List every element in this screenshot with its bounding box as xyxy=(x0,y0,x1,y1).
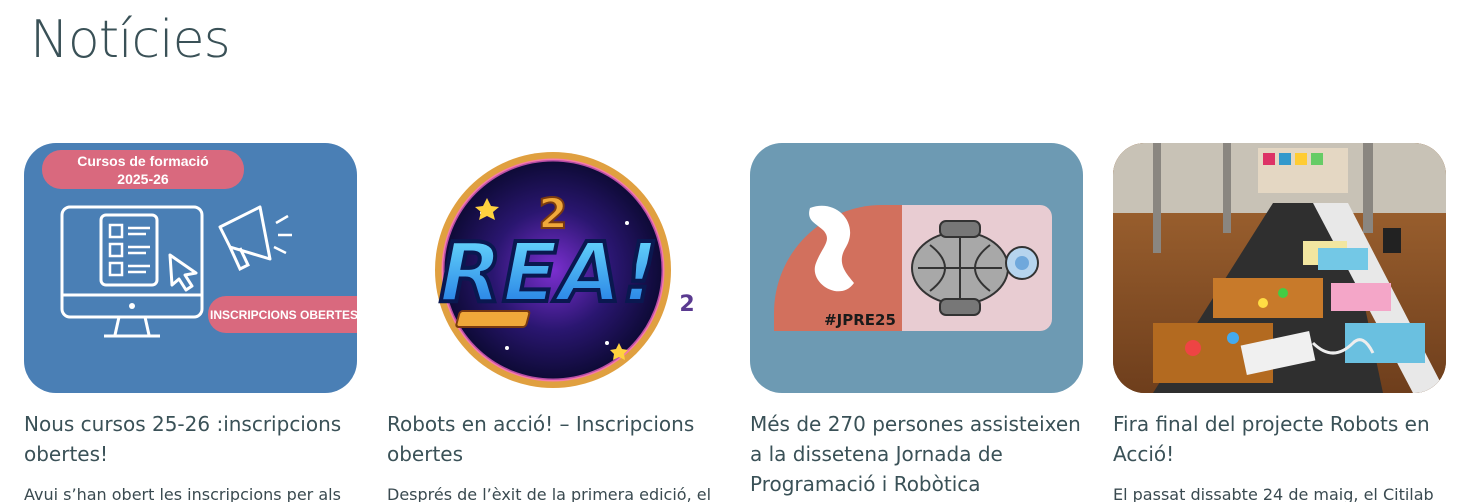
news-image[interactable]: #JPRE25 xyxy=(750,143,1083,393)
news-excerpt: Després de l’èxit de la primera edició, … xyxy=(387,485,712,502)
logo-text: REA! xyxy=(439,226,659,321)
news-card[interactable]: #JPRE25 Més de 270 persones assisteixen … xyxy=(750,143,1083,502)
jpre-logo: #JPRE25 xyxy=(774,205,1052,331)
news-list: Cursos de formació 2025-26 INSCRIPCIONS … xyxy=(24,143,1446,502)
news-card[interactable]: Fira final del projecte Robots en Acció!… xyxy=(1113,143,1446,502)
badge-line2: 2025-26 xyxy=(117,171,169,187)
news-card[interactable]: 2 REA! 2 Robots en acció! – Inscripcions… xyxy=(387,143,720,502)
news-image[interactable]: Cursos de formació 2025-26 INSCRIPCIONS … xyxy=(24,143,357,393)
news-excerpt: El passat dissabte 24 de maig, el Citila… xyxy=(1113,485,1434,502)
photo-icon xyxy=(1113,143,1446,393)
page-title: Notícies xyxy=(30,10,231,70)
news-title[interactable]: Fira final del projecte Robots en Acció! xyxy=(1113,409,1446,469)
badge-line1: Cursos de formació xyxy=(77,153,208,169)
news-excerpt: Avui s’han obert les inscripcions per al… xyxy=(24,485,341,502)
news-title[interactable]: Nous cursos 25-26 :inscripcions obertes! xyxy=(24,409,357,469)
news-card[interactable]: Cursos de formació 2025-26 INSCRIPCIONS … xyxy=(24,143,357,502)
news-image[interactable]: 2 REA! 2 xyxy=(387,143,720,393)
rea-logo: 2 REA! 2 xyxy=(435,152,695,388)
news-title[interactable]: Més de 270 persones assisteixen a la dis… xyxy=(750,409,1083,499)
news-title[interactable]: Robots en acció! – Inscripcions obertes xyxy=(387,409,720,469)
hashtag: #JPRE25 xyxy=(824,311,896,329)
news-image[interactable] xyxy=(1113,143,1446,393)
banner-text: INSCRIPCIONS OBERTES xyxy=(210,308,357,322)
course-announcement-illustration: Cursos de formació 2025-26 INSCRIPCIONS … xyxy=(42,150,357,338)
logo-sub: 2 xyxy=(679,292,694,317)
